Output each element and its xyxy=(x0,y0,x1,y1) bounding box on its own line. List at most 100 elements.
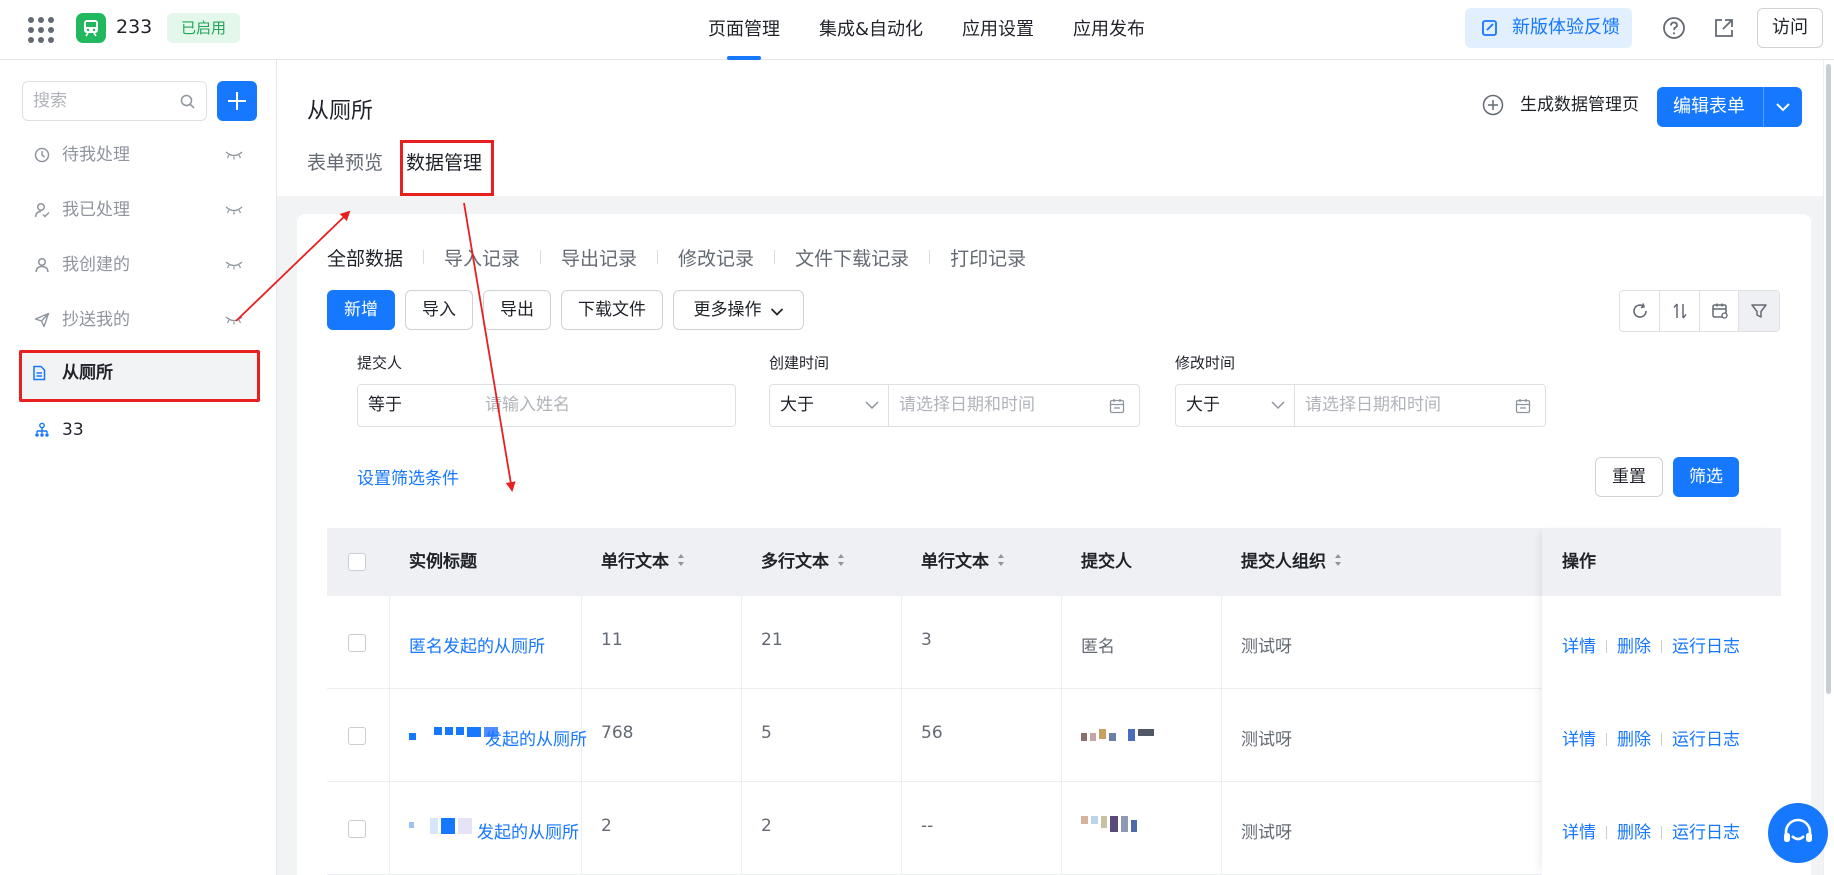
edit-form-button[interactable]: 编辑表单 xyxy=(1657,87,1802,127)
cell-submitter: 匿名 xyxy=(1081,637,1115,657)
sort-button[interactable] xyxy=(1660,291,1700,331)
download-files-button[interactable]: 下载文件 xyxy=(561,290,663,330)
visit-button[interactable]: 访问 xyxy=(1757,8,1823,48)
modified-time-filter: 大于 请选择日期和时间 xyxy=(1175,384,1546,427)
row-checkbox[interactable] xyxy=(348,634,366,652)
send-icon xyxy=(34,312,50,328)
tab-import-records[interactable]: 导入记录 xyxy=(444,244,520,271)
user-check-icon xyxy=(34,202,50,218)
run-log-link[interactable]: 运行日志 xyxy=(1672,637,1740,657)
refresh-button[interactable] xyxy=(1620,291,1660,331)
eye-closed-icon[interactable] xyxy=(225,260,243,270)
tab-app-publish[interactable]: 应用发布 xyxy=(1073,0,1145,60)
detail-link[interactable]: 详情 xyxy=(1562,823,1596,843)
app-name: 233 xyxy=(116,16,153,38)
tab-form-preview[interactable]: 表单预览 xyxy=(307,148,383,175)
tab-modify-records[interactable]: 修改记录 xyxy=(678,244,754,271)
status-badge: 已启用 xyxy=(167,13,241,43)
row-actions: 详情 删除 运行日志 xyxy=(1562,725,1740,750)
tab-download-records[interactable]: 文件下载记录 xyxy=(795,244,909,271)
run-log-link[interactable]: 运行日志 xyxy=(1672,730,1740,750)
tab-app-settings[interactable]: 应用设置 xyxy=(962,0,1034,60)
external-link-icon[interactable] xyxy=(1712,16,1736,40)
set-filter-conditions-link[interactable]: 设置筛选条件 xyxy=(357,464,459,489)
form-header: 从厕所 表单预览 数据管理 生成数据管理页 编辑表单 xyxy=(277,60,1823,196)
select-all-checkbox[interactable] xyxy=(348,553,366,571)
run-log-link[interactable]: 运行日志 xyxy=(1672,823,1740,843)
instance-title-link[interactable]: 匿名发起的从厕所 xyxy=(409,596,545,689)
more-actions-button[interactable]: 更多操作 xyxy=(673,290,804,330)
eye-closed-icon[interactable] xyxy=(225,150,243,160)
submitter-operator-select[interactable]: 等于 xyxy=(358,385,475,426)
row-checkbox[interactable] xyxy=(348,727,366,745)
scrollbar-thumb[interactable] xyxy=(1826,64,1831,694)
app-train-icon xyxy=(76,13,106,43)
reset-button[interactable]: 重置 xyxy=(1595,457,1663,497)
tab-export-records[interactable]: 导出记录 xyxy=(561,244,637,271)
eye-closed-icon[interactable] xyxy=(225,315,243,325)
customer-service-button[interactable] xyxy=(1768,803,1828,863)
tab-page-management[interactable]: 页面管理 xyxy=(708,0,780,60)
sort-icon xyxy=(1673,303,1687,319)
search-input[interactable]: 搜索 xyxy=(22,81,207,121)
cell-org: 测试呀 xyxy=(1241,730,1292,750)
col-header-text2[interactable]: 单行文本 xyxy=(921,528,1005,596)
chevron-down-icon[interactable] xyxy=(1775,101,1791,113)
sidebar-item-created[interactable]: 我创建的 xyxy=(22,242,257,288)
tab-integration[interactable]: 集成&自动化 xyxy=(819,0,923,60)
instance-title-link[interactable]: 发起的从厕所 xyxy=(477,782,579,875)
generate-data-page-button[interactable]: 生成数据管理页 xyxy=(1482,92,1639,118)
delete-link[interactable]: 删除 xyxy=(1617,730,1651,750)
cell-text1: 2 xyxy=(601,816,612,836)
tab-print-records[interactable]: 打印记录 xyxy=(950,244,1026,271)
sidebar-item-33[interactable]: 33 xyxy=(22,407,257,453)
redacted-submitter xyxy=(1081,816,1137,832)
delete-link[interactable]: 删除 xyxy=(1617,637,1651,657)
column-settings-button[interactable] xyxy=(1700,291,1740,331)
sidebar-item-label: 待我处理 xyxy=(62,145,130,165)
feedback-button[interactable]: 新版体验反馈 xyxy=(1465,8,1632,48)
more-actions-label: 更多操作 xyxy=(693,300,762,320)
filter-toggle-button[interactable] xyxy=(1739,291,1779,331)
row-checkbox[interactable] xyxy=(348,820,366,838)
detail-link[interactable]: 详情 xyxy=(1562,730,1596,750)
sort-icon[interactable] xyxy=(997,554,1005,568)
instance-title-link[interactable]: 发起的从厕所 xyxy=(485,689,587,782)
sidebar-item-label: 我已处理 xyxy=(62,200,130,220)
created-date-input[interactable]: 请选择日期和时间 xyxy=(899,385,1035,426)
sort-icon[interactable] xyxy=(837,554,845,568)
sidebar-item-form[interactable]: 从厕所 xyxy=(19,350,260,402)
plus-circle-icon xyxy=(1482,94,1504,116)
eye-closed-icon[interactable] xyxy=(225,205,243,215)
row-actions: 详情 删除 运行日志 xyxy=(1562,632,1740,657)
add-record-button[interactable]: 新增 xyxy=(327,290,395,330)
submitter-name-input[interactable]: 请输入姓名 xyxy=(485,385,570,426)
app-grid-icon[interactable] xyxy=(28,17,54,43)
calendar-icon xyxy=(1515,399,1531,414)
generate-page-label: 生成数据管理页 xyxy=(1520,95,1639,115)
col-header-multiline[interactable]: 多行文本 xyxy=(761,528,845,596)
sort-icon[interactable] xyxy=(677,554,685,568)
apply-filter-button[interactable]: 筛选 xyxy=(1673,457,1739,497)
delete-link[interactable]: 删除 xyxy=(1617,823,1651,843)
row-actions: 详情 删除 运行日志 xyxy=(1562,818,1740,843)
sidebar-item-cc[interactable]: 抄送我的 xyxy=(22,297,257,343)
tab-all-data[interactable]: 全部数据 xyxy=(327,244,403,271)
sort-icon[interactable] xyxy=(1334,554,1342,568)
sidebar-item-done[interactable]: 我已处理 xyxy=(22,187,257,233)
data-tabs: 全部数据 导入记录 导出记录 修改记录 文件下载记录 打印记录 xyxy=(327,244,1026,271)
modified-date-input[interactable]: 请选择日期和时间 xyxy=(1305,385,1441,426)
col-header-org[interactable]: 提交人组织 xyxy=(1241,528,1342,596)
detail-link[interactable]: 详情 xyxy=(1562,637,1596,657)
calendar-settings-icon xyxy=(1711,303,1728,319)
sidebar-item-todo[interactable]: 待我处理 xyxy=(22,132,257,178)
clock-icon xyxy=(34,147,50,163)
help-icon[interactable] xyxy=(1662,16,1686,40)
export-button[interactable]: 导出 xyxy=(483,290,551,330)
user-icon xyxy=(35,257,49,273)
col-header-text1[interactable]: 单行文本 xyxy=(601,528,685,596)
sidebar-item-label: 从厕所 xyxy=(62,363,113,383)
submitter-filter: 等于 请输入姓名 xyxy=(357,384,736,427)
add-page-button[interactable] xyxy=(217,81,257,121)
import-button[interactable]: 导入 xyxy=(405,290,473,330)
